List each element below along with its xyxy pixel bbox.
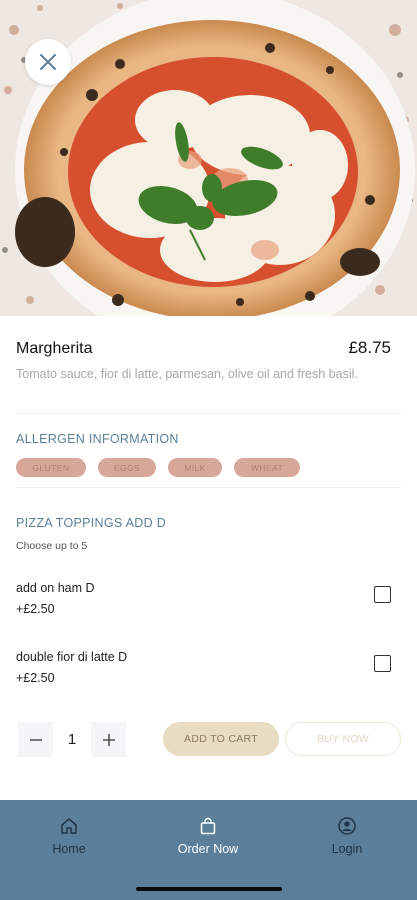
product-name: Margherita — [16, 340, 93, 357]
toppings-subtitle: Choose up to 5 — [16, 540, 88, 552]
toppings-title: PIZZA TOPPINGS ADD D — [16, 516, 167, 530]
allergen-list: GLUTEN EGGS MILK WHEAT — [16, 458, 300, 477]
product-image — [0, 0, 417, 316]
user-icon — [338, 817, 356, 835]
topping-option[interactable]: double fior di latte D +£2.50 — [16, 650, 391, 696]
close-icon — [40, 54, 56, 70]
topping-option-name: add on ham D — [16, 581, 95, 595]
topping-option-price: +£2.50 — [16, 671, 55, 685]
divider — [16, 413, 401, 414]
bag-icon — [200, 817, 216, 835]
allergen-chip: EGGS — [98, 458, 156, 477]
allergen-chip: MILK — [168, 458, 222, 477]
product-header: Margherita £8.75 — [16, 338, 391, 358]
bottom-tab-bar: Home Order Now Login — [0, 800, 417, 900]
product-price: £8.75 — [348, 338, 391, 357]
topping-option-name: double fior di latte D — [16, 650, 128, 664]
allergen-title: ALLERGEN INFORMATION — [16, 432, 179, 446]
topping-checkbox[interactable] — [374, 586, 391, 603]
minus-icon — [29, 738, 42, 741]
topping-checkbox[interactable] — [374, 655, 391, 672]
quantity-stepper: 1 — [18, 722, 126, 757]
divider — [16, 487, 401, 488]
increase-quantity-button[interactable] — [91, 722, 126, 757]
tab-login[interactable]: Login — [297, 816, 397, 856]
buy-now-button[interactable]: BUY NOW — [285, 722, 401, 756]
tab-label: Order Now — [177, 842, 239, 856]
allergen-chip: GLUTEN — [16, 458, 86, 477]
tab-label: Login — [331, 842, 363, 856]
close-button[interactable] — [25, 39, 71, 85]
tab-home[interactable]: Home — [19, 816, 119, 856]
add-to-cart-button[interactable]: ADD TO CART — [163, 722, 279, 756]
home-icon — [61, 818, 77, 834]
decrease-quantity-button[interactable] — [18, 722, 53, 757]
home-indicator — [136, 887, 282, 891]
plus-icon — [102, 733, 115, 746]
topping-option[interactable]: add on ham D +£2.50 — [16, 581, 391, 627]
topping-option-price: +£2.50 — [16, 602, 55, 616]
allergen-chip: WHEAT — [234, 458, 300, 477]
product-description: Tomato sauce, fior di latte, parmesan, o… — [16, 367, 358, 381]
quantity-value: 1 — [67, 731, 77, 748]
tab-label: Home — [52, 842, 86, 856]
tab-order-now[interactable]: Order Now — [158, 816, 258, 856]
product-details: Margherita £8.75 Tomato sauce, fior di l… — [0, 316, 417, 800]
